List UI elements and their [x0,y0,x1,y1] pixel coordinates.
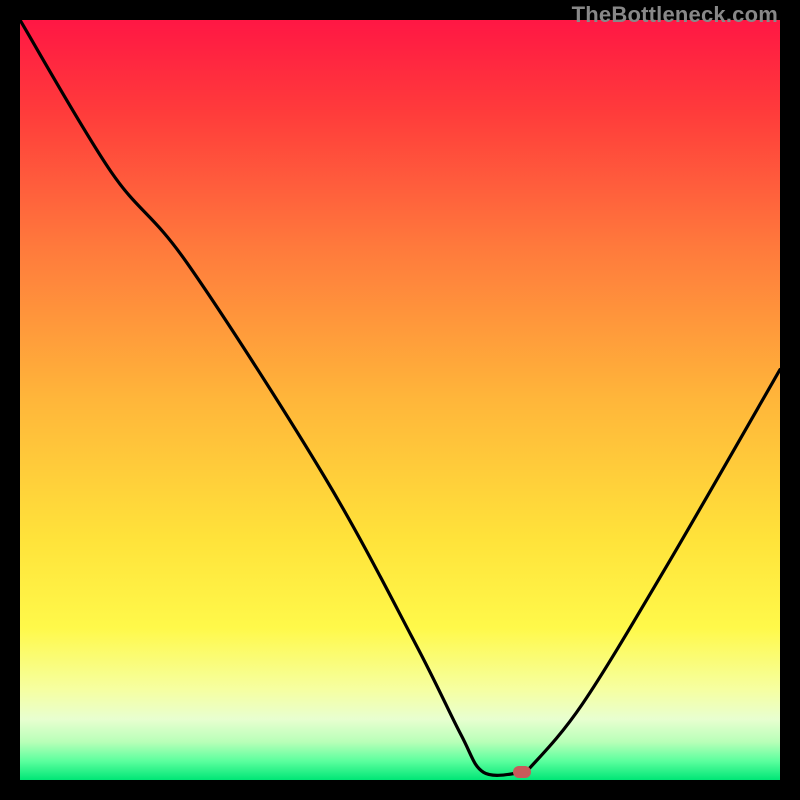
optimal-point-marker [513,766,531,778]
bottleneck-curve [20,20,780,780]
plot-area [20,20,780,780]
chart-frame: TheBottleneck.com [0,0,800,800]
watermark-text: TheBottleneck.com [572,2,778,28]
